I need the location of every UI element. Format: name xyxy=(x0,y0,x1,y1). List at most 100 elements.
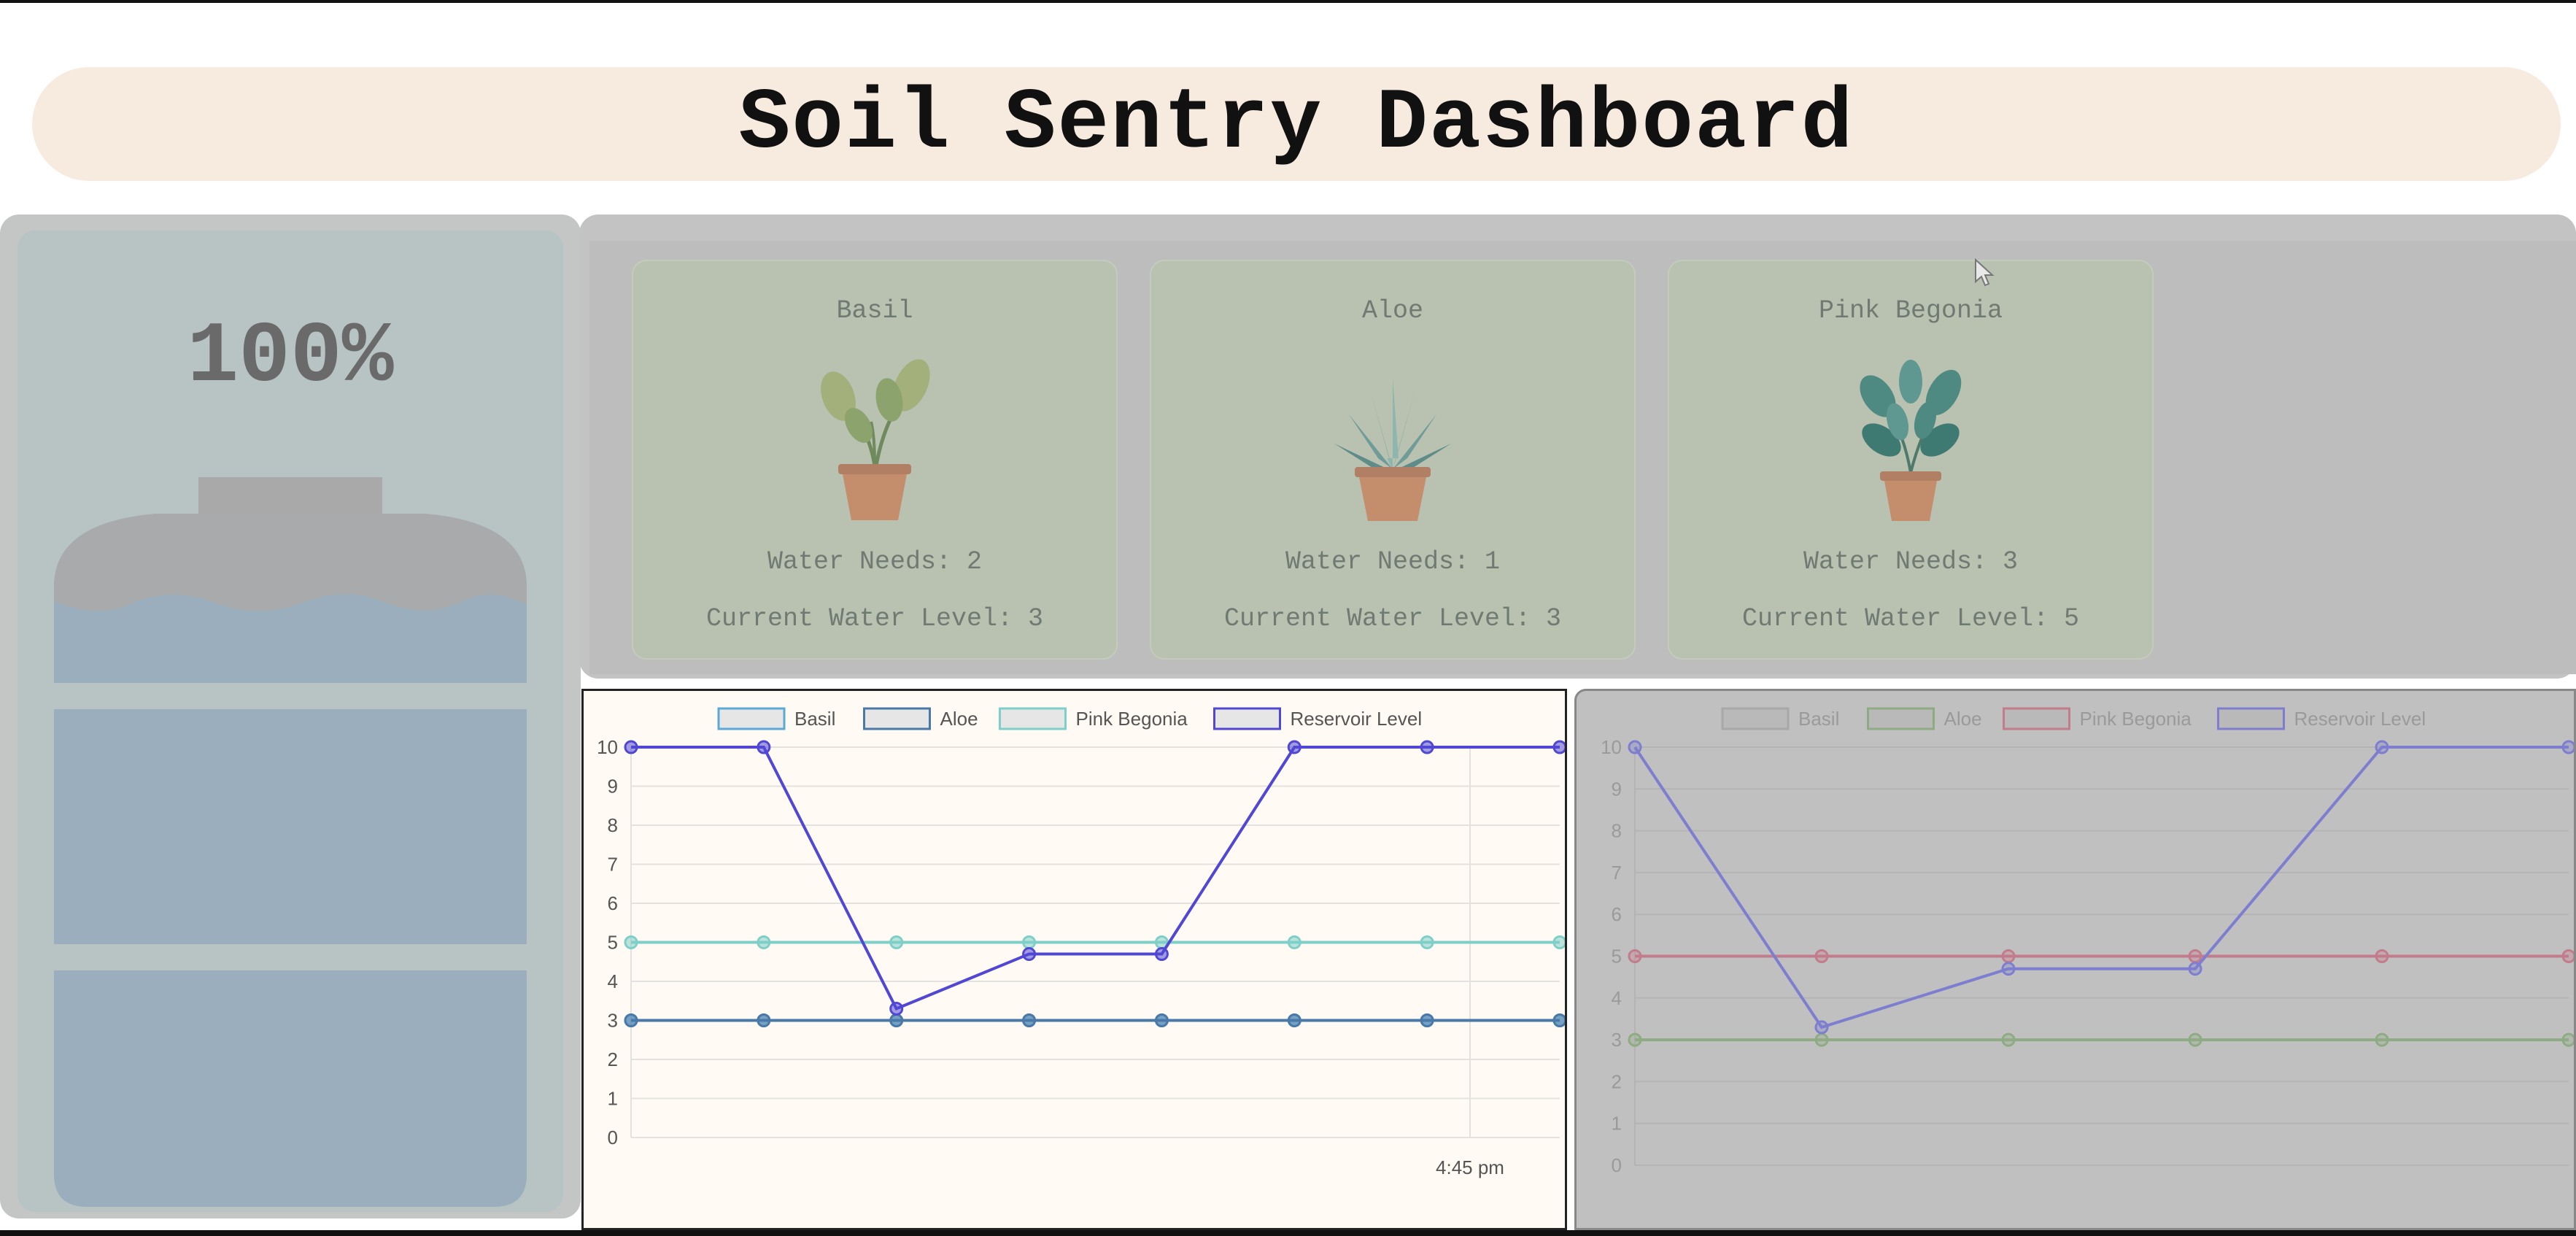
data-point xyxy=(2375,740,2389,754)
legend-item[interactable]: Pink Begonia xyxy=(999,707,1188,730)
data-point xyxy=(2188,949,2202,963)
current-water-level: Current Water Level: 3 xyxy=(1223,604,1562,633)
data-point xyxy=(757,935,771,949)
water-level-chart-left[interactable]: Basil Aloe Pink Begonia Reservoir Level 0 1 2 3… xyxy=(581,689,1567,1230)
y-tick-label: 3 xyxy=(608,1010,618,1032)
data-point xyxy=(757,740,771,754)
legend-item[interactable]: Reservoir Level xyxy=(2217,707,2426,730)
water-needs: Water Needs: 2 xyxy=(767,547,983,576)
data-point xyxy=(1420,1013,1434,1027)
reservoir-panel: 100% xyxy=(0,215,581,1218)
data-point xyxy=(1628,1032,1642,1047)
y-tick-label: 3 xyxy=(1612,1029,1622,1051)
data-point xyxy=(2561,1032,2576,1047)
data-point xyxy=(2375,949,2389,963)
mouse-cursor-icon xyxy=(1975,258,1995,287)
data-point xyxy=(1022,935,1037,949)
y-tick-label: 4 xyxy=(608,970,618,992)
plant-basil-icon xyxy=(821,359,930,520)
y-tick-label: 10 xyxy=(597,736,618,758)
y-tick-label: 10 xyxy=(1601,736,1622,758)
legend-item[interactable]: Aloe xyxy=(863,707,978,730)
data-point xyxy=(1420,935,1434,949)
plant-card-pink-begonia[interactable]: Pink Begonia Water Needs: 3 Current Wate… xyxy=(1668,260,2154,660)
data-point xyxy=(1628,740,1642,754)
data-point xyxy=(1552,740,1567,754)
y-tick-label: 1 xyxy=(608,1088,618,1110)
y-tick-label: 7 xyxy=(1612,862,1622,884)
data-point xyxy=(889,935,904,949)
line-chart[interactable]: Basil Aloe Pink Begonia Reservoir Level 0 1 2 3… xyxy=(584,691,1567,1228)
y-tick-label: 6 xyxy=(1612,903,1622,925)
plant-name: Basil xyxy=(836,296,913,325)
data-point xyxy=(1022,947,1037,962)
legend-swatch xyxy=(2003,707,2070,730)
legend-item[interactable]: Reservoir Level xyxy=(1213,707,1423,730)
y-tick-label: 2 xyxy=(1612,1070,1622,1092)
legend-label: Basil xyxy=(1798,708,1839,730)
legend-item[interactable]: Aloe xyxy=(1867,707,1982,730)
legend-item[interactable]: Pink Begonia xyxy=(2003,707,2192,730)
data-point xyxy=(2188,1032,2202,1047)
data-point xyxy=(2001,1032,2016,1047)
y-tick-label: 1 xyxy=(1612,1113,1622,1135)
y-tick-label: 8 xyxy=(1612,820,1622,842)
data-point xyxy=(2188,962,2202,976)
plant-aloe-icon xyxy=(1334,378,1451,521)
data-point xyxy=(1287,1013,1301,1027)
y-tick-label: 2 xyxy=(608,1048,618,1070)
water-needs: Water Needs: 3 xyxy=(1803,547,2019,576)
bottom-border xyxy=(0,1230,2576,1236)
data-point xyxy=(1814,1032,1829,1047)
legend-label: Aloe xyxy=(940,708,978,730)
data-point xyxy=(1287,935,1301,949)
x-tick-label: 4:45 pm xyxy=(1436,1156,1504,1178)
y-tick-label: 8 xyxy=(608,814,618,836)
legend-label: Reservoir Level xyxy=(2294,708,2426,730)
data-point xyxy=(757,1013,771,1027)
data-point xyxy=(1154,947,1169,962)
page-title: Soil Sentry Dashboard xyxy=(738,75,1854,173)
y-tick-label: 9 xyxy=(1612,778,1622,800)
legend-swatch xyxy=(1721,707,1790,730)
legend-swatch xyxy=(863,707,931,730)
water-level-chart-right[interactable]: Basil Aloe Pink Begonia Reservoir Level 0 1 2 3… xyxy=(1574,689,2576,1230)
legend-label: Aloe xyxy=(1944,708,1982,730)
plant-card-aloe[interactable]: Aloe Water Needs: 1 Current Water Level:… xyxy=(1150,260,1636,660)
legend-label: Basil xyxy=(794,708,835,730)
data-point xyxy=(889,1013,904,1027)
current-water-level: Current Water Level: 3 xyxy=(705,604,1044,633)
data-point xyxy=(2375,1032,2389,1047)
data-point xyxy=(1022,1013,1037,1027)
data-point xyxy=(624,1013,638,1027)
y-tick-label: 5 xyxy=(1612,946,1622,967)
data-point xyxy=(624,935,638,949)
legend-item[interactable]: Basil xyxy=(1721,707,1839,730)
y-tick-label: 0 xyxy=(608,1127,618,1148)
plant-name: Aloe xyxy=(1361,296,1423,325)
water-tank-icon xyxy=(54,477,527,1207)
data-point xyxy=(2561,949,2576,963)
data-point xyxy=(2561,740,2576,754)
y-tick-label: 9 xyxy=(608,776,618,797)
data-point xyxy=(889,1001,904,1016)
legend-item[interactable]: Basil xyxy=(717,707,835,730)
reservoir-card: 100% xyxy=(18,231,563,1212)
line-chart[interactable]: Basil Aloe Pink Begonia Reservoir Level 0 1 2 3… xyxy=(1577,691,2576,1228)
legend-swatch xyxy=(1867,707,1935,730)
legend-label: Pink Begonia xyxy=(2080,708,2192,730)
legend-swatch xyxy=(999,707,1067,730)
y-tick-label: 4 xyxy=(1612,987,1622,1009)
data-point xyxy=(1814,949,1829,963)
plant-card-basil[interactable]: Basil Water Needs: 2 Current Water Level… xyxy=(632,260,1118,660)
y-tick-label: 6 xyxy=(608,892,618,914)
data-point xyxy=(1552,935,1567,949)
data-point xyxy=(2001,949,2016,963)
data-point xyxy=(1287,740,1301,754)
plant-name: Pink Begonia xyxy=(1818,296,2003,325)
y-tick-label: 7 xyxy=(608,854,618,876)
water-needs: Water Needs: 1 xyxy=(1285,547,1501,576)
data-point xyxy=(1154,1013,1169,1027)
header-bar: Soil Sentry Dashboard xyxy=(32,67,2561,181)
legend-swatch xyxy=(1213,707,1281,730)
